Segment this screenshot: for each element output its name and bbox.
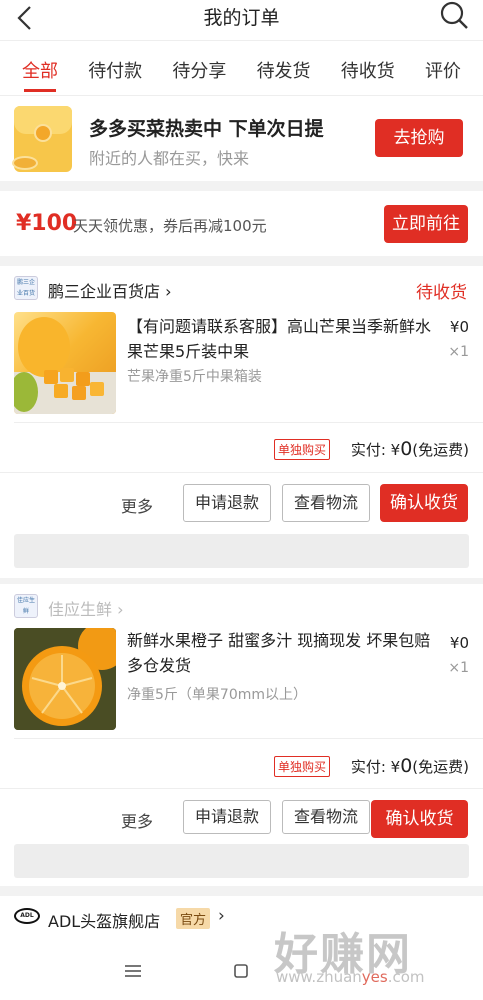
go-now-button[interactable]: 立即前往 — [384, 205, 468, 243]
promo-subtitle: 附近的人都在买，快来 — [89, 149, 250, 168]
watermark-url: www.zhuanyes.com — [276, 968, 425, 986]
divider — [0, 788, 483, 789]
paid-amount: 实付: ¥0(免运费) — [351, 438, 469, 460]
grab-button[interactable]: 去抢购 — [375, 119, 463, 157]
product-price: ¥0 — [449, 634, 469, 652]
tab-review[interactable]: 评价 — [425, 41, 461, 96]
product-price: ¥0 — [449, 318, 469, 336]
shop-name[interactable]: 佳应生鲜 › — [48, 596, 124, 620]
refund-button[interactable]: 申请退款 — [183, 800, 271, 834]
menu-icon[interactable] — [125, 964, 141, 978]
home-square-icon[interactable] — [234, 964, 248, 978]
promo-title: 多多买菜热卖中 下单次日提 — [89, 118, 324, 140]
tab-all[interactable]: 全部 — [22, 41, 58, 96]
product-spec: 芒果净重5斤中果箱装 — [127, 369, 262, 385]
paid-value: 0 — [400, 438, 413, 460]
paid-currency: ¥ — [390, 441, 401, 459]
divider — [0, 472, 483, 473]
coupon-amount: ¥100 — [16, 211, 78, 236]
adl-logo: ADL — [14, 908, 40, 924]
more-button[interactable]: 更多 — [121, 493, 153, 517]
tab-pending-ship[interactable]: 待发货 — [257, 41, 311, 96]
paid-amount: 实付: ¥0(免运费) — [351, 755, 469, 777]
product-quantity: ×1 — [448, 344, 469, 360]
order-card: 佳应生鲜 佳应生鲜 › 新鲜水果橙子 甜蜜多汁 现摘现发 坏果包赔多仓发货 净重… — [0, 584, 483, 886]
paid-label: 实付: — [350, 758, 391, 776]
product-title[interactable]: 【有问题请联系客服】高山芒果当季新鲜水果芒果5斤装中果 — [127, 314, 437, 364]
promo-banner: 多多买菜热卖中 下单次日提 附近的人都在买，快来 去抢购 — [0, 95, 483, 181]
shipping-note: (免运费) — [412, 441, 469, 459]
single-buy-tag: 单独购买 — [274, 756, 331, 777]
confirm-receipt-button[interactable]: 确认收货 — [380, 484, 468, 522]
product-image[interactable] — [14, 312, 116, 414]
single-buy-tag: 单独购买 — [274, 439, 331, 460]
product-title[interactable]: 新鲜水果橙子 甜蜜多汁 现摘现发 坏果包赔多仓发货 — [127, 628, 437, 678]
chevron-right-icon[interactable]: › — [218, 906, 225, 926]
shop-name[interactable]: ADL头盔旗舰店 — [48, 908, 160, 932]
confirm-receipt-button[interactable]: 确认收货 — [371, 800, 468, 838]
page-title: 我的订单 — [203, 7, 280, 29]
product-image[interactable] — [14, 628, 116, 730]
red-envelope-icon — [12, 106, 72, 172]
divider — [14, 738, 483, 739]
product-quantity: ×1 — [448, 660, 469, 676]
shop-logo: 佳应生鲜 — [14, 594, 38, 618]
search-icon[interactable] — [439, 0, 469, 30]
paid-label: 实付: — [350, 441, 391, 459]
blurred-row — [14, 534, 469, 568]
divider — [14, 422, 483, 423]
more-button[interactable]: 更多 — [121, 808, 153, 832]
coupon-bar: ¥100 天天领优惠，券后再减100元 立即前往 — [0, 191, 483, 256]
shop-logo: 鹏三企业百货店 — [14, 276, 38, 300]
refund-button[interactable]: 申请退款 — [183, 484, 271, 522]
watermark-url-post: .com — [387, 968, 425, 986]
paid-currency: ¥ — [390, 758, 401, 776]
top-bar: 我的订单 — [0, 0, 483, 40]
order-card: 鹏三企业百货店 鹏三企业百货店 › 待收货 【有问题请联系客服】高山芒果当季新鲜… — [0, 266, 483, 578]
tab-pending-receive[interactable]: 待收货 — [341, 41, 395, 96]
watermark-url-highlight: yes — [361, 968, 388, 986]
coupon-text: 天天领优惠，券后再减100元 — [73, 217, 267, 235]
official-badge: 官方 — [176, 908, 211, 929]
product-spec: 净重5斤（单果70mm以上） — [127, 687, 307, 703]
logistics-button[interactable]: 查看物流 — [282, 800, 370, 834]
logistics-button[interactable]: 查看物流 — [282, 484, 370, 522]
watermark-url-pre: www.zhuan — [276, 968, 362, 986]
shop-name[interactable]: 鹏三企业百货店 › — [48, 278, 172, 302]
order-tabs: 全部 待付款 待分享 待发货 待收货 评价 — [0, 40, 483, 95]
tab-pending-payment[interactable]: 待付款 — [88, 41, 142, 96]
paid-value: 0 — [400, 755, 413, 777]
shipping-note: (免运费) — [412, 758, 469, 776]
tab-pending-share[interactable]: 待分享 — [172, 41, 226, 96]
blurred-row — [14, 844, 469, 878]
order-status: 待收货 — [416, 283, 467, 303]
